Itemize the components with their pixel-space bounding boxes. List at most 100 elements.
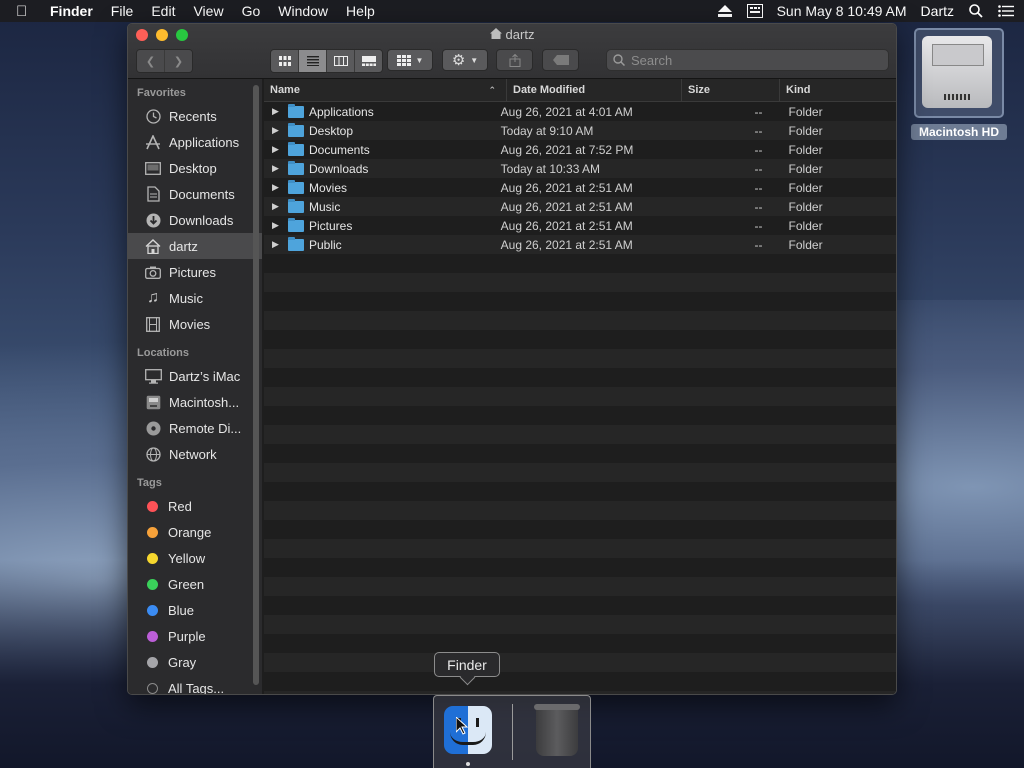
list-icon [306,56,319,66]
sidebar-item-downloads[interactable]: Downloads [128,207,262,233]
edit-tags-button[interactable] [542,49,579,71]
sidebar-item-remote-disc[interactable]: Remote Di... [128,415,262,441]
hard-drive-icon [144,394,162,410]
menu-window[interactable]: Window [278,3,328,19]
gallery-view-button[interactable] [355,50,382,72]
table-row[interactable]: ▶ Music Aug 26, 2021 at 2:51 AM -- Folder [264,197,896,216]
table-row[interactable]: ▶ Movies Aug 26, 2021 at 2:51 AM -- Folde… [264,178,896,197]
file-kind: Folder [788,123,823,138]
file-size: -- [754,142,763,157]
file-kind: Folder [788,237,823,252]
sidebar-item-network[interactable]: Network [128,441,262,467]
disclosure-triangle-icon[interactable]: ▶ [272,163,282,174]
sidebar-item-music[interactable]: ♫ Music [128,285,262,311]
sidebar-tag-red[interactable]: Red [128,493,262,519]
column-header-name-label: Name [270,84,300,96]
sidebar-item-dartz[interactable]: dartz [128,233,262,259]
disclosure-triangle-icon[interactable]: ▶ [272,144,282,155]
tag-dot-icon [147,604,158,616]
column-header-row: Name ⌃ Date Modified Size Kind [264,79,896,102]
back-button[interactable]: ❮ [137,50,165,72]
table-row[interactable]: ▶ Downloads Today at 10:33 AM -- Folder [264,159,896,178]
document-icon [144,186,162,202]
table-row[interactable]: ▶ Public Aug 26, 2021 at 2:51 AM -- Folde… [264,235,896,254]
column-header-kind[interactable]: Kind [780,79,896,101]
disclosure-triangle-icon[interactable]: ▶ [272,201,282,212]
sidebar-all-tags[interactable]: All Tags... [128,675,262,694]
menu-bar:  Finder File Edit View Go Window Help S… [0,0,1024,22]
table-row[interactable]: ▶ Applications Aug 26, 2021 at 4:01 AM --… [264,102,896,121]
sidebar-tag-purple[interactable]: Purple [128,623,262,649]
share-button[interactable] [496,49,533,71]
disclosure-triangle-icon[interactable]: ▶ [272,106,282,117]
eject-icon[interactable] [717,4,733,18]
list-view-button[interactable] [299,50,327,72]
sidebar-item-recents[interactable]: Recents [128,103,262,129]
search-field[interactable]: Search [606,49,889,71]
view-mode-control [270,49,383,73]
column-header-size[interactable]: Size [682,79,780,101]
forward-button[interactable]: ❯ [165,50,192,72]
sidebar-scrollbar[interactable] [253,85,259,685]
input-source-icon[interactable] [746,4,763,18]
sidebar-item-label: Remote Di... [169,420,242,436]
action-menu-button[interactable]: ⚙ ▼ [442,49,488,71]
sidebar-tag-blue[interactable]: Blue [128,597,262,623]
sidebar-tag-gray[interactable]: Gray [128,649,262,675]
search-placeholder: Search [631,52,673,68]
menu-app-finder[interactable]: Finder [50,3,93,19]
sidebar-item-label: Recents [169,108,217,124]
menu-clock[interactable]: Sun May 8 10:49 AM [777,3,907,19]
sidebar-tag-orange[interactable]: Orange [128,519,262,545]
film-icon [144,316,162,332]
globe-icon [144,446,162,462]
table-row[interactable]: ▶ Pictures Aug 26, 2021 at 2:51 AM -- Fol… [264,216,896,235]
sidebar-item-macintosh-hd[interactable]: Macintosh... [128,389,262,415]
folder-icon [288,160,304,175]
tag-dot-icon [147,630,158,642]
sidebar-item-documents[interactable]: Documents [128,181,262,207]
disclosure-triangle-icon[interactable]: ▶ [272,220,282,231]
menu-user[interactable]: Dartz [921,3,954,19]
spotlight-search-icon[interactable] [968,4,984,18]
column-view-button[interactable] [327,50,355,72]
disclosure-triangle-icon[interactable]: ▶ [272,125,282,136]
window-toolbar: dartz ❮ ❯ ▼ ⚙ ▼ Search [128,24,896,79]
sidebar-item-imac[interactable]: Dartz’s iMac [128,363,262,389]
desktop-macintosh-hd[interactable]: Macintosh HD [911,28,1007,140]
sidebar-item-label: Blue [168,602,195,618]
sidebar-tag-green[interactable]: Green [128,571,262,597]
menu-edit[interactable]: Edit [151,3,175,19]
sidebar-item-desktop[interactable]: Desktop [128,155,262,181]
disclosure-triangle-icon[interactable]: ▶ [272,239,282,250]
sidebar-item-label: Orange [168,524,212,540]
sidebar-item-movies[interactable]: Movies [128,311,262,337]
file-date: Aug 26, 2021 at 2:51 AM [500,237,633,252]
trash-icon[interactable] [534,704,580,756]
file-size: -- [754,218,763,233]
file-date: Aug 26, 2021 at 2:51 AM [500,199,633,214]
menu-go[interactable]: Go [242,3,261,19]
apple-menu-icon[interactable]:  [16,3,38,20]
file-list: Name ⌃ Date Modified Size Kind ▶ Applicat… [264,79,896,694]
home-icon [144,238,162,254]
sidebar-item-applications[interactable]: Applications [128,129,262,155]
notification-center-icon[interactable] [998,4,1014,18]
column-header-date[interactable]: Date Modified [507,79,682,101]
table-row[interactable]: ▶ Documents Aug 26, 2021 at 7:52 PM -- Fo… [264,140,896,159]
dock-separator [512,704,513,760]
disclosure-triangle-icon[interactable]: ▶ [272,182,282,193]
group-by-button[interactable]: ▼ [387,49,433,71]
disc-icon [144,420,162,436]
menu-file[interactable]: File [111,3,134,19]
window-title-text: dartz [505,27,535,42]
sidebar-tag-yellow[interactable]: Yellow [128,545,262,571]
sidebar-item-pictures[interactable]: Pictures [128,259,262,285]
finder-dock-icon[interactable] [444,706,492,754]
table-row[interactable]: ▶ Desktop Today at 9:10 AM -- Folder [264,121,896,140]
icon-view-button[interactable] [271,50,299,72]
column-header-name[interactable]: Name ⌃ [264,79,507,101]
menu-view[interactable]: View [193,3,223,19]
menu-help[interactable]: Help [346,3,375,19]
desktop-icon [144,160,162,176]
